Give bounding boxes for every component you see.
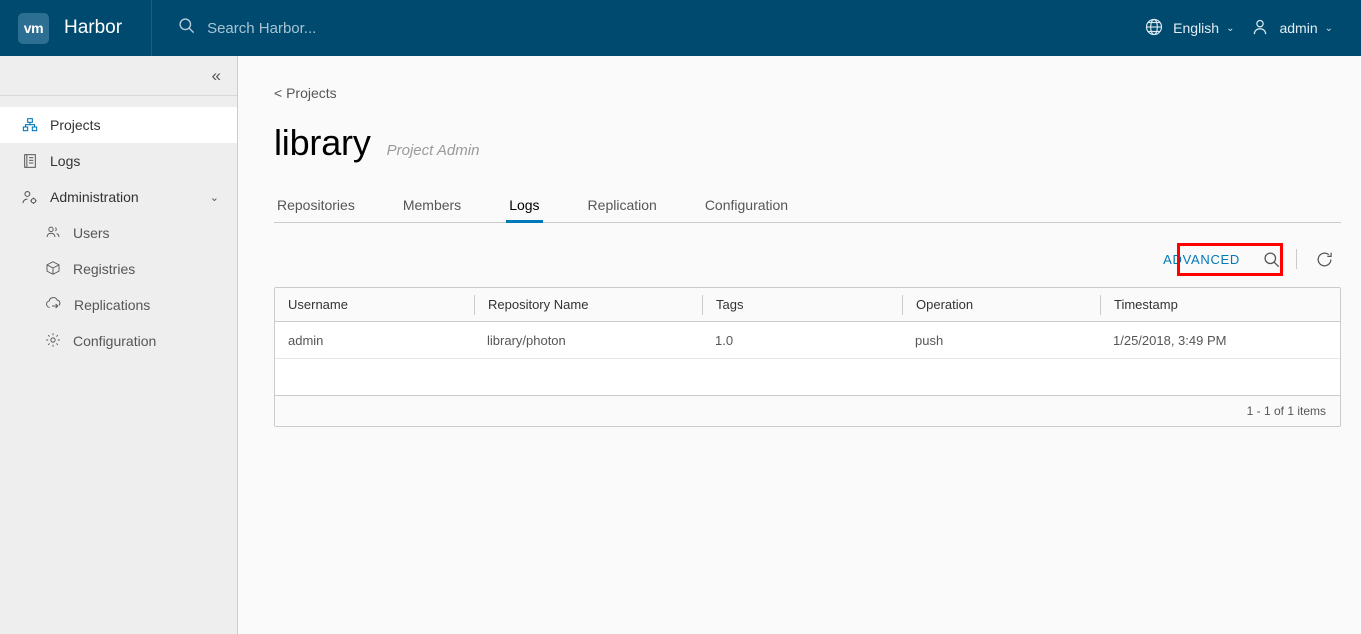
tab-logs[interactable]: Logs [506, 197, 543, 223]
advanced-button[interactable]: ADVANCED [1153, 245, 1250, 274]
sidebar-label-administration: Administration [50, 189, 139, 205]
vmware-logo-icon: vm [18, 12, 49, 44]
column-header-timestamp[interactable]: Timestamp [1100, 294, 1340, 315]
table-row[interactable]: admin library/photon 1.0 push 1/25/2018,… [275, 322, 1340, 359]
language-label: English [1173, 20, 1220, 36]
brand-area[interactable]: vm Harbor [0, 0, 122, 56]
user-menu[interactable]: admin ⌄ [1242, 17, 1341, 40]
projects-icon [21, 117, 38, 134]
refresh-button[interactable] [1309, 244, 1339, 274]
user-label: admin [1279, 20, 1318, 36]
table-empty-row [275, 359, 1340, 396]
header-right-actions: English ⌄ admin ⌄ [1136, 17, 1361, 40]
sidebar-label-users: Users [73, 225, 110, 241]
users-icon [45, 224, 61, 243]
column-header-operation[interactable]: Operation [902, 294, 1100, 315]
collapse-left-icon[interactable]: « [212, 67, 221, 84]
registries-icon [45, 260, 61, 279]
logs-icon [21, 153, 38, 170]
chevron-down-icon[interactable]: ⌄ [210, 191, 219, 204]
brand-title: Harbor [64, 17, 123, 38]
globe-icon [1144, 17, 1164, 40]
cell-timestamp: 1/25/2018, 3:49 PM [1113, 332, 1227, 348]
search-icon [177, 16, 196, 40]
sidebar-item-projects[interactable]: Projects [0, 107, 237, 143]
table-header-row: Username Repository Name Tags Operation … [275, 288, 1340, 322]
global-search-area[interactable] [177, 16, 1136, 40]
project-tabs: Repositories Members Logs Replication Co… [274, 188, 1341, 223]
page-title-row: library Project Admin [274, 122, 1341, 164]
configuration-icon [45, 332, 61, 351]
column-header-tags[interactable]: Tags [702, 294, 902, 315]
tab-replication[interactable]: Replication [585, 197, 660, 222]
sidebar-label-configuration: Configuration [73, 333, 157, 349]
table-footer: 1 - 1 of 1 items [275, 396, 1340, 426]
sidebar-item-users[interactable]: Users [0, 215, 237, 251]
header-divider [151, 0, 153, 56]
cell-operation: push [915, 332, 944, 348]
language-selector[interactable]: English ⌄ [1136, 17, 1242, 40]
body-area: « Projects Logs Administration ⌄ Users R… [0, 56, 1361, 634]
sidebar-label-replications: Replications [74, 297, 151, 313]
page-role-label: Project Admin [386, 142, 480, 159]
tab-repositories[interactable]: Repositories [274, 197, 358, 222]
sidebar-label-projects: Projects [50, 117, 101, 133]
logo-text: vm [23, 20, 44, 36]
search-toggle-button[interactable] [1256, 244, 1286, 274]
replications-icon [45, 295, 62, 315]
page-title: library [274, 122, 371, 163]
cell-repository-name: library/photon [487, 332, 566, 348]
tab-members[interactable]: Members [400, 197, 464, 222]
search-input[interactable] [207, 19, 528, 37]
sidebar-item-replications[interactable]: Replications [0, 287, 237, 323]
sidebar-collapse-bar: « [0, 56, 237, 96]
column-header-username[interactable]: Username [275, 295, 474, 315]
main-content: < Projects library Project Admin Reposit… [238, 56, 1361, 634]
sidebar-item-administration[interactable]: Administration ⌄ [0, 179, 237, 215]
cell-username: admin [288, 332, 324, 348]
sidebar: « Projects Logs Administration ⌄ Users R… [0, 56, 238, 634]
top-header: vm Harbor Search Harbor... English ⌄ adm… [0, 0, 1361, 56]
logs-table: Username Repository Name Tags Operation … [274, 287, 1341, 427]
chevron-down-icon: ⌄ [1226, 22, 1235, 34]
cell-tags: 1.0 [715, 332, 734, 348]
tab-configuration[interactable]: Configuration [702, 197, 791, 222]
administration-icon [21, 189, 38, 206]
toolbar-divider [1296, 249, 1297, 269]
logs-toolbar: ADVANCED [274, 239, 1341, 279]
pagination-summary: 1 - 1 of 1 items [1246, 404, 1326, 418]
chevron-down-icon: ⌄ [1324, 22, 1333, 34]
user-icon [1250, 17, 1270, 40]
breadcrumb[interactable]: < Projects [274, 85, 1341, 101]
harbor-app: vm Harbor Search Harbor... English ⌄ adm… [0, 0, 1361, 634]
sidebar-item-configuration[interactable]: Configuration [0, 323, 237, 359]
sidebar-label-registries: Registries [73, 261, 136, 277]
sidebar-item-logs[interactable]: Logs [0, 143, 237, 179]
sidebar-nav: Projects Logs Administration ⌄ Users Reg… [0, 96, 237, 359]
sidebar-item-registries[interactable]: Registries [0, 251, 237, 287]
column-header-repository-name[interactable]: Repository Name [474, 294, 702, 315]
sidebar-label-logs: Logs [50, 153, 81, 169]
